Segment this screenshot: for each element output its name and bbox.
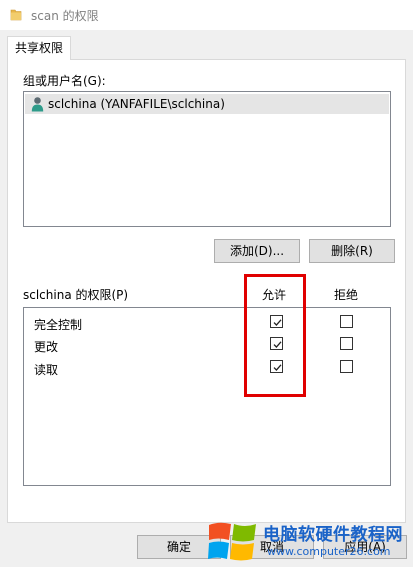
permission-name: 读取 xyxy=(34,363,59,377)
watermark: 电脑软硬件教程网 www.computer26.com xyxy=(207,516,413,567)
permissions-list: 完全控制 更改 读取 xyxy=(23,307,391,486)
list-item[interactable]: sclchina (YANFAFILE\sclchina) xyxy=(25,94,389,114)
watermark-url: www.computer26.com xyxy=(267,545,391,558)
folder-icon xyxy=(10,9,22,21)
user-icon xyxy=(31,97,44,112)
user-name: sclchina (YANFAFILE\sclchina) xyxy=(48,97,225,111)
highlight-annotation xyxy=(244,274,306,397)
permission-name: 完全控制 xyxy=(34,318,83,332)
groups-label: 组或用户名(G): xyxy=(23,74,106,88)
windows-logo-icon xyxy=(208,522,256,561)
add-button[interactable]: 添加(D)... xyxy=(214,239,300,263)
watermark-title: 电脑软硬件教程网 xyxy=(263,525,403,545)
tab-share-permissions[interactable]: 共享权限 xyxy=(7,36,71,60)
deny-checkbox-full-control[interactable] xyxy=(340,315,353,328)
remove-button[interactable]: 删除(R) xyxy=(309,239,395,263)
deny-header: 拒绝 xyxy=(334,288,359,302)
window-title: scan 的权限 xyxy=(31,9,99,23)
deny-checkbox-read[interactable] xyxy=(340,360,353,373)
title-bar: scan 的权限 xyxy=(0,0,413,30)
user-list[interactable]: sclchina (YANFAFILE\sclchina) xyxy=(23,91,391,227)
deny-checkbox-modify[interactable] xyxy=(340,337,353,350)
permission-name: 更改 xyxy=(34,340,59,354)
permissions-label: sclchina 的权限(P) xyxy=(23,288,129,302)
